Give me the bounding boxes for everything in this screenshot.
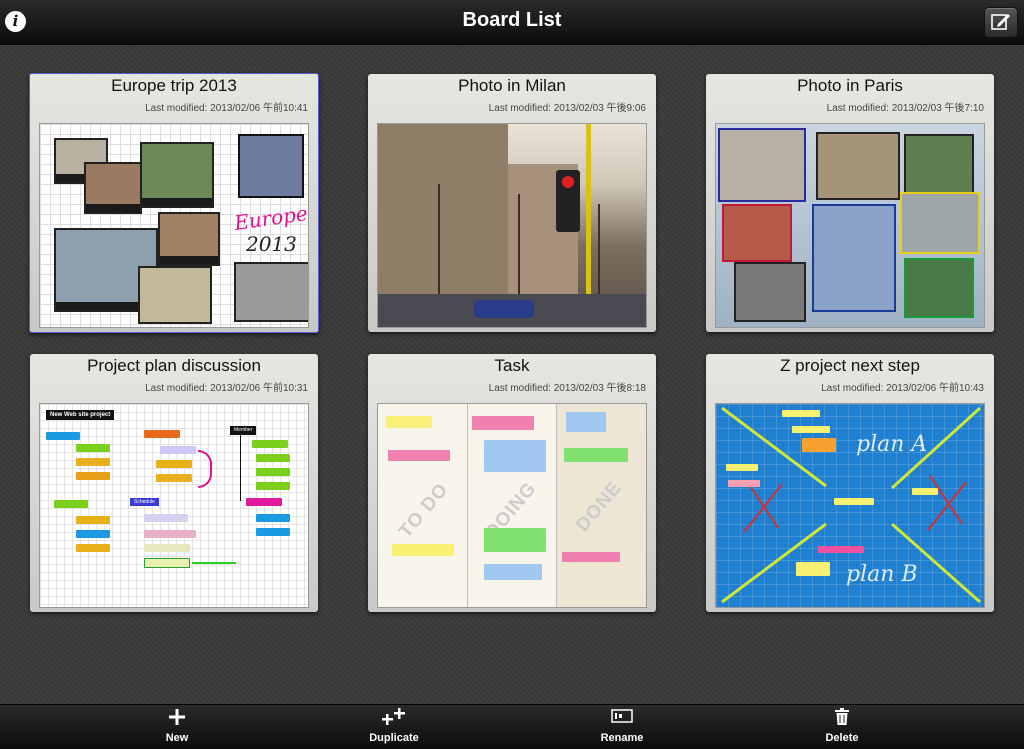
board-card-photo-paris[interactable]: Photo in Paris Last modified: 2013/02/03… xyxy=(706,74,994,332)
board-card-europe-trip[interactable]: Europe trip 2013 Last modified: 2013/02/… xyxy=(29,73,319,333)
compose-icon xyxy=(991,14,1010,30)
board-title: Task xyxy=(494,356,530,375)
duplicate-button[interactable]: Duplicate xyxy=(354,705,434,749)
board-last-modified: Last modified: 2013/02/06 午前10:31 xyxy=(145,383,308,394)
trash-icon xyxy=(802,708,882,726)
board-title: Photo in Milan xyxy=(458,76,566,95)
board-thumbnail: New Web site project Schedule Member xyxy=(40,404,308,607)
board-title: Z project next step xyxy=(780,356,920,375)
column-todo: TO DO xyxy=(395,479,453,543)
board-thumbnail xyxy=(378,124,646,327)
board-card-photo-milan[interactable]: Photo in Milan Last modified: 2013/02/03… xyxy=(368,74,656,332)
new-button[interactable]: New xyxy=(137,705,217,749)
board-card-project-plan[interactable]: Project plan discussion Last modified: 2… xyxy=(30,354,318,612)
delete-button[interactable]: Delete xyxy=(802,705,882,749)
board-thumbnail xyxy=(716,124,984,327)
note-schedule: Schedule xyxy=(130,498,159,506)
bottom-toolbar: New Duplicate Rename Delete xyxy=(0,704,1024,749)
board-title: Photo in Paris xyxy=(797,76,903,95)
note-member: Member xyxy=(230,426,257,435)
board-title: Project plan discussion xyxy=(87,356,261,375)
page-title: Board List xyxy=(462,9,562,31)
board-last-modified: Last modified: 2013/02/03 午後8:18 xyxy=(488,383,646,394)
handwriting-europe: Europe xyxy=(232,200,308,236)
duplicate-icon xyxy=(354,708,434,726)
new-label: New xyxy=(165,732,189,744)
board-card-task[interactable]: Task Last modified: 2013/02/03 午後8:18 TO… xyxy=(368,354,656,612)
board-last-modified: Last modified: 2013/02/06 午前10:41 xyxy=(145,103,308,114)
note-project-title: New Web site project xyxy=(46,410,115,420)
navigation-bar: i Board List xyxy=(0,0,1024,45)
duplicate-label: Duplicate xyxy=(369,732,419,744)
rename-label: Rename xyxy=(600,732,644,744)
plus-icon xyxy=(137,708,217,726)
board-last-modified: Last modified: 2013/02/06 午前10:43 xyxy=(821,383,984,394)
board-title: Europe trip 2013 xyxy=(111,76,237,95)
board-last-modified: Last modified: 2013/02/03 午後9:06 xyxy=(488,103,646,114)
board-card-z-project[interactable]: Z project next step Last modified: 2013/… xyxy=(706,354,994,612)
board-thumbnail: plan A plan B xyxy=(716,404,984,607)
handwriting-year: 2013 xyxy=(246,232,297,256)
handwriting-plan-b: plan B xyxy=(846,562,918,587)
board-thumbnail: Europe 2013 xyxy=(40,124,308,327)
handwriting-plan-a: plan A xyxy=(856,432,928,457)
delete-label: Delete xyxy=(825,732,859,744)
rename-icon xyxy=(582,708,662,726)
rename-button[interactable]: Rename xyxy=(582,705,662,749)
compose-button[interactable] xyxy=(984,7,1018,38)
board-last-modified: Last modified: 2013/02/03 午後7:10 xyxy=(826,103,984,114)
board-thumbnail: TO DO DOING DONE xyxy=(378,404,646,607)
